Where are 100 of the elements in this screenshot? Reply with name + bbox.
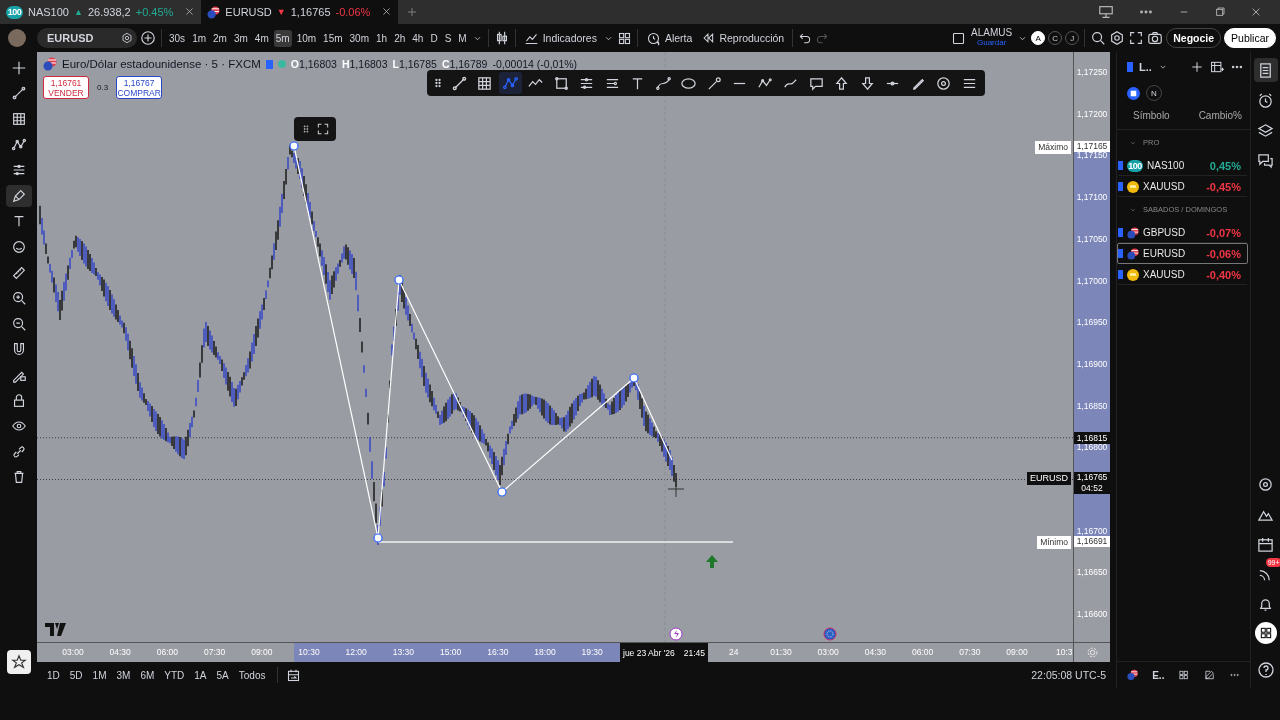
range-button[interactable]: 1D (43, 667, 64, 683)
monitor-icon[interactable] (1098, 4, 1114, 20)
column-header[interactable]: Símbolo (1133, 110, 1170, 121)
tab-price: 26.938,2 (87, 6, 131, 18)
publish-button[interactable]: Publicar (1224, 28, 1276, 48)
undo-icon[interactable] (798, 31, 813, 45)
grid-icon[interactable] (1178, 668, 1190, 682)
globe-icon[interactable] (1127, 86, 1140, 100)
tool-button[interactable] (5, 184, 32, 207)
browser-tab[interactable]: 100 NAS100 ▲ 26.938,2 +0.45% (0, 0, 202, 24)
watchlist-row[interactable]: XAUUSD -0,45% (1117, 176, 1248, 197)
close-icon[interactable] (184, 5, 196, 17)
symbol-search-field[interactable]: EURUSD (37, 28, 137, 48)
watchlist-row[interactable]: 100 NAS100 0,45% (1117, 155, 1248, 176)
time-axis-label: 07:30 (203, 647, 226, 657)
range-button[interactable]: 3M (112, 667, 135, 683)
lightning-icon[interactable] (669, 627, 683, 641)
range-button[interactable]: 5D (65, 667, 87, 683)
alert-button[interactable]: Alerta (642, 30, 696, 46)
trend-line-icon (10, 85, 27, 102)
arrow-up-icon (833, 74, 850, 92)
apps-button[interactable] (1254, 622, 1277, 644)
watchlist-row[interactable]: XAUUSD -0,40% (1117, 264, 1248, 285)
price-axis-label: 1,16850 (1075, 400, 1109, 411)
avatar[interactable] (8, 29, 26, 47)
list-icon (1257, 61, 1274, 79)
layout-name-button[interactable]: ALAMUS Guardar (971, 28, 1013, 48)
coin-icon (1127, 180, 1139, 193)
watchlist-row[interactable]: GBPUSD -0,07% (1117, 222, 1248, 243)
target-icon[interactable] (1257, 475, 1274, 493)
time-axis-label: 06:00 (911, 647, 934, 657)
ohlc-value: H1,16803 (341, 58, 388, 70)
maximize-icon[interactable] (1214, 6, 1226, 18)
column-header[interactable]: Cambio% (1198, 110, 1242, 121)
interval-button[interactable]: 10m (294, 29, 319, 47)
flag-icon (1118, 182, 1123, 191)
interval-button[interactable]: 3m (231, 29, 250, 47)
calendar-icon[interactable] (286, 667, 302, 683)
help-icon[interactable] (1256, 661, 1275, 679)
profile-button[interactable]: A (1031, 31, 1046, 45)
node-pattern-icon (501, 74, 519, 92)
time-axis-label: 04:30 (109, 647, 131, 657)
range-button[interactable]: YTD (160, 667, 189, 683)
range-button[interactable]: Todos (234, 667, 270, 683)
browser-tab[interactable]: EURUSD ▼ 1,16765 -0.06% (201, 0, 399, 24)
trade-button[interactable]: Negocie (1166, 28, 1222, 48)
range-button[interactable]: 1A (190, 667, 211, 683)
interval-button[interactable]: 5m (273, 29, 292, 47)
node-pattern-icon (10, 136, 27, 153)
interval-button[interactable]: 1m (190, 29, 209, 47)
buy-button[interactable]: 1,16767 COMPRAR (116, 76, 163, 99)
symbol-name[interactable]: E.. (1152, 669, 1165, 681)
templates-icon[interactable] (616, 30, 632, 46)
layout-icon[interactable] (951, 30, 967, 46)
curve-icon (654, 74, 672, 92)
range-button[interactable]: 6M (136, 667, 159, 683)
interval-button[interactable]: D (428, 29, 440, 47)
symbol-name: EURUSD (1143, 248, 1187, 259)
interval-button[interactable]: S (442, 29, 454, 47)
ohlc-value: O1,16803 (290, 58, 337, 70)
zoom-out-icon (10, 315, 27, 332)
replay-button[interactable]: Reproducción (698, 31, 788, 45)
rectangle-icon (552, 74, 570, 92)
range-button[interactable]: 5A (212, 667, 233, 683)
interval-button[interactable]: 15m (321, 29, 345, 47)
search-icon[interactable] (1090, 30, 1107, 46)
panel-button[interactable] (1253, 58, 1278, 82)
interval-button[interactable]: 30m (347, 29, 371, 47)
currency-flags-icon (207, 5, 221, 19)
watchlist-name[interactable]: L.. (1139, 61, 1152, 73)
ohlc-value: L1,16785 (392, 58, 437, 70)
calendar-icon[interactable] (1257, 535, 1274, 553)
favorites-button[interactable] (6, 650, 31, 674)
sell-button[interactable]: 1,16761 VENDER (43, 76, 89, 99)
watchlist-row[interactable]: EURUSD -0,06% (1117, 243, 1248, 264)
frame-icon[interactable] (316, 122, 330, 136)
dot-line-icon (884, 80, 901, 86)
add-icon[interactable] (1190, 60, 1204, 74)
time-axis-label: 24 (729, 647, 739, 657)
minimum-label: Mínimo (1037, 536, 1071, 550)
interval-button[interactable]: 30s (167, 29, 188, 47)
close-icon[interactable] (381, 5, 393, 17)
new-tab-icon[interactable] (406, 6, 419, 18)
range-button[interactable]: 1M (88, 667, 111, 683)
camera-icon[interactable] (1147, 30, 1164, 46)
interval-button[interactable]: 4m (252, 29, 271, 47)
edit-icon[interactable] (1203, 668, 1215, 682)
interval-button[interactable]: 2m (211, 29, 229, 47)
settings-icon[interactable] (1109, 30, 1126, 46)
close-icon[interactable] (1250, 6, 1262, 18)
symbol-price-label: EURUSD (1027, 472, 1071, 486)
fullscreen-icon[interactable] (1128, 30, 1145, 46)
interval-button[interactable]: 1h (374, 29, 390, 47)
indicators-button[interactable]: Indicadores (520, 30, 600, 46)
table-icon[interactable] (1210, 60, 1224, 74)
interval-button[interactable]: 4h (410, 29, 426, 47)
price-tag: 1,17165 (1074, 140, 1110, 152)
add-symbol-icon[interactable] (140, 30, 156, 46)
interval-button[interactable]: 2h (392, 29, 408, 47)
interval-button[interactable]: M (456, 29, 469, 47)
